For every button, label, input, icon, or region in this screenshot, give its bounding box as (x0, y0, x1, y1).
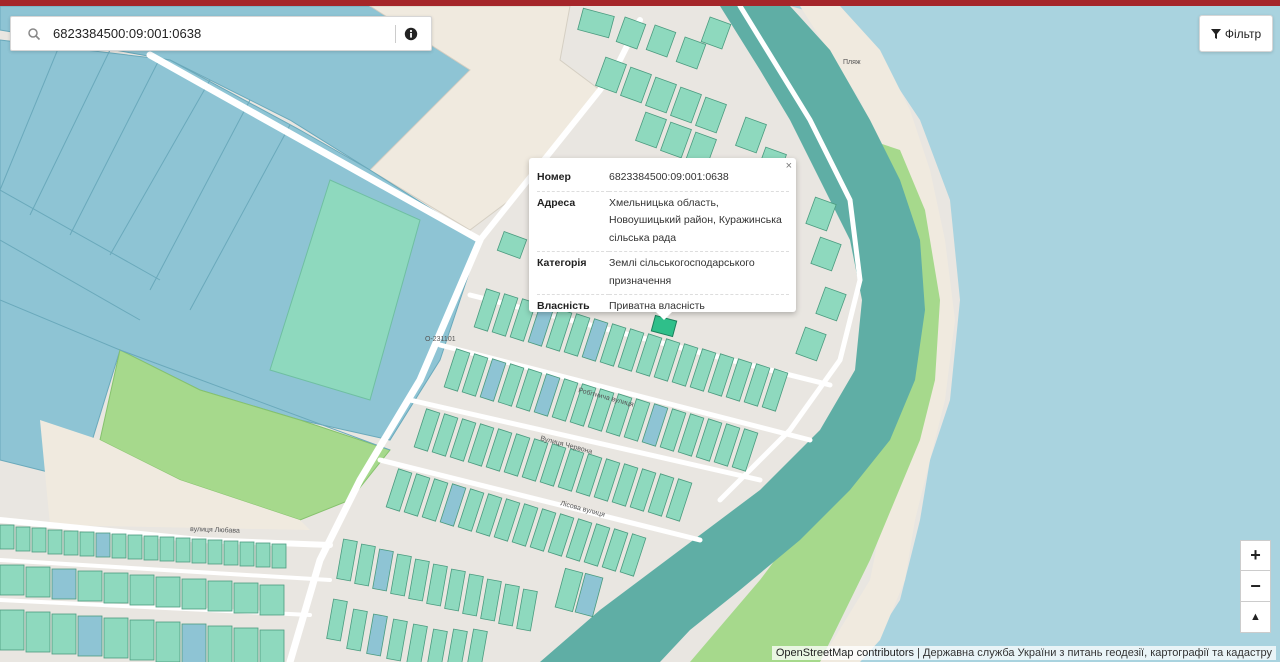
parcel-info-popup: × Номер 6823384500:09:001:0638 Адреса Хм… (529, 158, 796, 320)
filter-label: Фільтр (1224, 26, 1262, 41)
search-icon (28, 27, 41, 40)
attribution-separator: | (914, 647, 924, 659)
parcel-info-table: Номер 6823384500:09:001:0638 Адреса Хмел… (537, 166, 789, 320)
parcel-field-value: 6823384500:09:001:0638 (609, 166, 789, 192)
parcel-row-address: Адреса Хмельницька область, Новоушицький… (537, 191, 789, 252)
map-attribution: OpenStreetMap contributors | Державна сл… (771, 646, 1276, 660)
parcel-field-label: Адреса (537, 191, 609, 252)
top-bar (0, 0, 1280, 6)
agency-attribution: Державна служба України з питань геодезі… (923, 647, 1272, 659)
reset-north-button[interactable]: ▲ (1240, 602, 1271, 633)
road-label: О-231101 (425, 336, 456, 343)
zoom-controls: + − ▲ (1240, 540, 1271, 633)
popup-close-button[interactable]: × (786, 160, 792, 172)
parcel-field-value: Хмельницька область, Новоушицький район,… (609, 191, 789, 252)
cadastre-number-input[interactable] (51, 25, 385, 42)
zoom-in-button[interactable]: + (1240, 540, 1271, 571)
info-icon[interactable] (404, 27, 418, 41)
osm-attribution-link[interactable]: OpenStreetMap contributors (776, 647, 914, 659)
map-canvas[interactable]: вулиця Любава Робітнича вулиця Вулиця Че… (0, 6, 1280, 662)
parcel-row-number: Номер 6823384500:09:001:0638 (537, 166, 789, 192)
search-divider (395, 24, 396, 43)
funnel-icon (1210, 28, 1221, 39)
parcel-row-category: Категорія Землі сільськогосподарського п… (537, 251, 789, 295)
cadastre-search-box (10, 16, 432, 51)
beach-label: Пляж (843, 59, 861, 66)
popup-pointer (656, 312, 672, 320)
zoom-out-button[interactable]: − (1240, 571, 1271, 602)
parcel-field-value: Приватна власність (609, 300, 705, 312)
parcel-field-label: Номер (537, 166, 609, 192)
filter-button[interactable]: Фільтр (1199, 15, 1273, 52)
parcel-field-label: Категорія (537, 251, 609, 295)
parcel-field-label: Власність (537, 300, 590, 312)
parcel-field-value: Землі сільськогосподарського призначення (609, 251, 789, 295)
north-arrow-icon: ▲ (1250, 611, 1261, 623)
